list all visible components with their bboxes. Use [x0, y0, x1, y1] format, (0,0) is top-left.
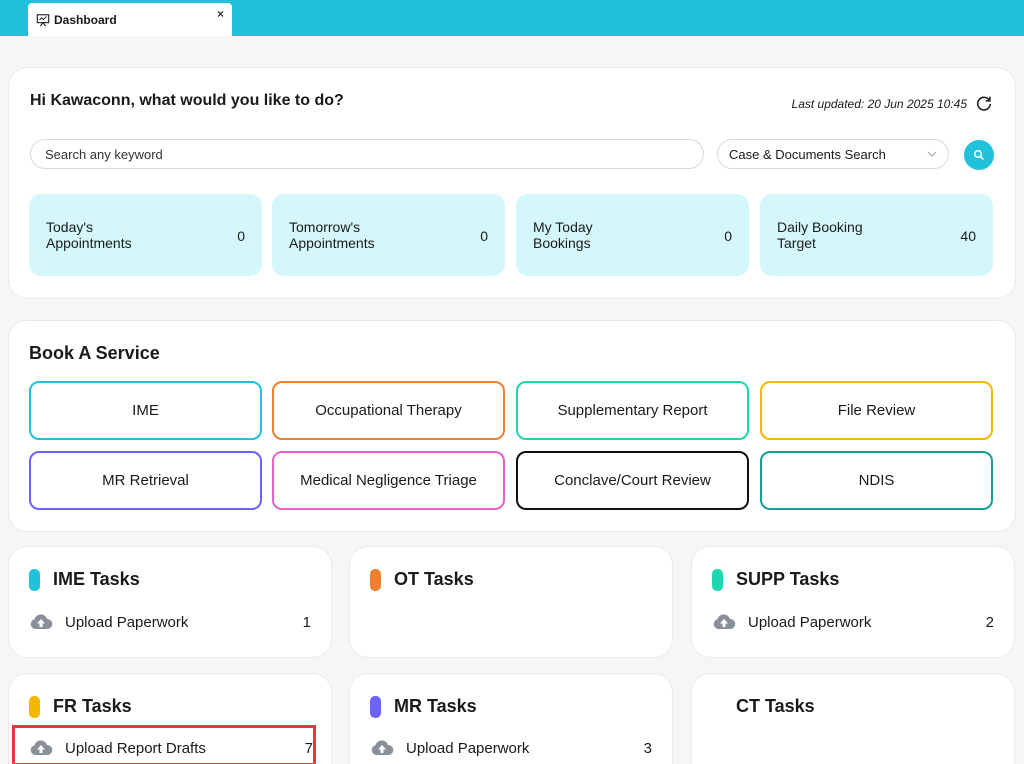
task-row-upload-paperwork[interactable]: Upload Paperwork 2 — [712, 611, 994, 633]
task-title: FR Tasks — [53, 696, 132, 716]
task-title: OT Tasks — [394, 569, 474, 589]
task-color-bar — [29, 569, 40, 591]
task-card-ime: IME Tasks Upload Paperwork 1 — [9, 547, 331, 657]
stat-label: Today's Appointments — [46, 219, 132, 251]
presentation-icon — [36, 13, 50, 26]
task-item-label: Upload Paperwork — [406, 739, 530, 757]
stat-daily-booking-target[interactable]: Daily Booking Target 40 — [760, 194, 993, 276]
task-title: MR Tasks — [394, 696, 477, 716]
service-button-ime[interactable]: IME — [29, 381, 262, 440]
service-button-mr-retrieval[interactable]: MR Retrieval — [29, 451, 262, 510]
task-card-ot: OT Tasks — [350, 547, 672, 657]
service-button-conclave-court-review[interactable]: Conclave/Court Review — [516, 451, 749, 510]
stat-label: Daily Booking Target — [777, 219, 863, 251]
task-title: IME Tasks — [53, 569, 140, 589]
cloud-upload-icon — [713, 614, 736, 629]
stat-today-appointments[interactable]: Today's Appointments 0 — [29, 194, 262, 276]
stat-value: 40 — [960, 228, 976, 244]
welcome-card: Hi Kawaconn, what would you like to do? … — [9, 68, 1015, 298]
service-button-medical-negligence-triage[interactable]: Medical Negligence Triage — [272, 451, 505, 510]
task-card-supp: SUPP Tasks Upload Paperwork 2 — [692, 547, 1014, 657]
stat-value: 0 — [724, 228, 732, 244]
close-icon[interactable]: × — [217, 7, 224, 21]
stat-value: 0 — [480, 228, 488, 244]
cloud-upload-icon — [371, 740, 394, 755]
task-item-label: Upload Paperwork — [748, 613, 872, 631]
search-button[interactable] — [964, 140, 994, 170]
search-type-select[interactable]: Case & Documents Search — [717, 139, 949, 169]
search-input[interactable] — [30, 139, 704, 169]
task-item-label: Upload Paperwork — [65, 613, 189, 631]
chevron-down-icon — [927, 151, 937, 157]
tab-label: Dashboard — [54, 12, 117, 27]
book-service-heading: Book A Service — [29, 343, 160, 363]
tab-dashboard[interactable]: Dashboard × — [28, 3, 232, 36]
service-button-occupational-therapy[interactable]: Occupational Therapy — [272, 381, 505, 440]
last-updated-text: Last updated: 20 Jun 2025 10:45 — [791, 97, 967, 111]
stat-my-today-bookings[interactable]: My Today Bookings 0 — [516, 194, 749, 276]
stat-label: My Today Bookings — [533, 219, 593, 251]
task-row-upload-paperwork[interactable]: Upload Paperwork 3 — [370, 737, 652, 759]
task-card-ct: CT Tasks — [692, 674, 1014, 764]
task-item-count: 2 — [985, 613, 994, 631]
task-card-mr: MR Tasks Upload Paperwork 3 — [350, 674, 672, 764]
task-color-bar — [29, 696, 40, 718]
stat-value: 0 — [237, 228, 245, 244]
task-title: CT Tasks — [736, 696, 815, 716]
highlight-box — [12, 725, 316, 764]
task-title: SUPP Tasks — [736, 569, 840, 589]
search-type-value: Case & Documents Search — [729, 146, 886, 162]
task-row-upload-paperwork[interactable]: Upload Paperwork 1 — [29, 611, 311, 633]
search-icon — [973, 149, 985, 161]
task-color-bar — [370, 696, 381, 718]
book-service-card: Book A Service IME Occupational Therapy … — [9, 321, 1015, 531]
task-color-bar — [370, 569, 381, 591]
cloud-upload-icon — [30, 614, 53, 629]
stat-label: Tomorrow's Appointments — [289, 219, 375, 251]
task-color-bar — [712, 569, 723, 591]
stat-tomorrow-appointments[interactable]: Tomorrow's Appointments 0 — [272, 194, 505, 276]
greeting-heading: Hi Kawaconn, what would you like to do? — [30, 92, 344, 109]
service-button-file-review[interactable]: File Review — [760, 381, 993, 440]
service-button-ndis[interactable]: NDIS — [760, 451, 993, 510]
task-item-count: 3 — [643, 739, 652, 757]
task-item-count: 1 — [302, 613, 311, 631]
refresh-icon[interactable] — [975, 95, 993, 113]
service-button-supplementary-report[interactable]: Supplementary Report — [516, 381, 749, 440]
